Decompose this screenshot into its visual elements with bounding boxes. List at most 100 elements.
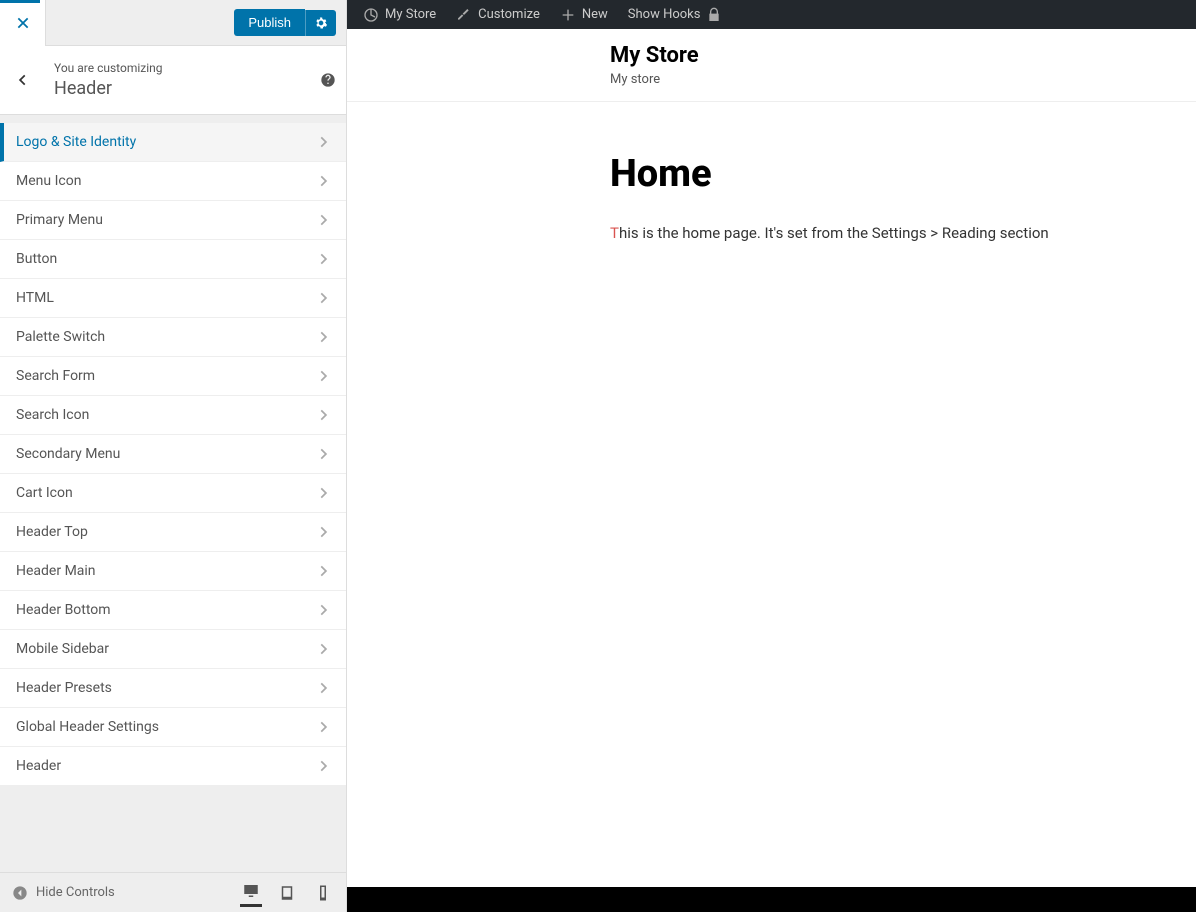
- chevron-right-icon: [316, 135, 330, 149]
- admin-show-hooks-link[interactable]: Show Hooks: [620, 0, 731, 29]
- device-mobile-button[interactable]: [312, 878, 334, 907]
- chevron-right-icon: [316, 447, 330, 461]
- chevron-right-icon: [316, 564, 330, 578]
- panel-top-bar: Publish: [0, 0, 346, 46]
- admin-show-hooks-label: Show Hooks: [628, 7, 701, 22]
- gear-icon: [314, 16, 328, 30]
- menu-item-label: Logo & Site Identity: [16, 134, 136, 150]
- menu-item-label: Header Bottom: [16, 602, 111, 618]
- chevron-right-icon: [316, 174, 330, 188]
- publish-settings-button[interactable]: [305, 10, 336, 36]
- plus-icon: [560, 7, 576, 23]
- publish-button[interactable]: Publish: [234, 9, 305, 36]
- admin-new-label: New: [582, 7, 608, 22]
- chevron-right-icon: [316, 603, 330, 617]
- customizing-label: You are customizing: [54, 61, 310, 75]
- menu-item-label: Button: [16, 251, 57, 267]
- menu-item-label: Palette Switch: [16, 329, 105, 345]
- close-button[interactable]: [0, 0, 46, 46]
- panel-header: You are customizing Header: [0, 46, 346, 115]
- mobile-icon: [314, 884, 332, 902]
- help-icon: [320, 72, 336, 88]
- device-switcher: [240, 878, 334, 907]
- menu-item-cart-icon[interactable]: Cart Icon: [0, 474, 346, 513]
- admin-customize-label: Customize: [478, 7, 540, 22]
- admin-customize-link[interactable]: Customize: [448, 0, 548, 29]
- admin-new-link[interactable]: New: [552, 0, 616, 29]
- menu-item-palette-switch[interactable]: Palette Switch: [0, 318, 346, 357]
- chevron-right-icon: [316, 486, 330, 500]
- menu-item-label: Cart Icon: [16, 485, 73, 501]
- lock-icon: [706, 7, 722, 23]
- menu-item-header[interactable]: Header: [0, 747, 346, 786]
- menu-item-button[interactable]: Button: [0, 240, 346, 279]
- menu-item-menu-icon[interactable]: Menu Icon: [0, 162, 346, 201]
- admin-bar: My Store Customize New Show Hooks: [347, 0, 1196, 29]
- menu-item-label: Secondary Menu: [16, 446, 120, 462]
- menu-item-label: Header Top: [16, 524, 88, 540]
- admin-site-name: My Store: [385, 7, 436, 22]
- menu-item-search-form[interactable]: Search Form: [0, 357, 346, 396]
- menu-item-label: Mobile Sidebar: [16, 641, 109, 657]
- chevron-left-icon: [16, 73, 30, 87]
- publish-area: Publish: [234, 9, 336, 36]
- chevron-right-icon: [316, 252, 330, 266]
- chevron-right-icon: [316, 642, 330, 656]
- collapse-icon: [12, 885, 28, 901]
- chevron-right-icon: [316, 759, 330, 773]
- device-desktop-button[interactable]: [240, 878, 262, 907]
- menu-item-label: HTML: [16, 290, 54, 306]
- menu-item-mobile-sidebar[interactable]: Mobile Sidebar: [0, 630, 346, 669]
- help-button[interactable]: [310, 72, 346, 88]
- menu-item-label: Header Presets: [16, 680, 112, 696]
- panel-footer: Hide Controls: [0, 872, 346, 912]
- close-icon: [16, 16, 30, 30]
- back-button[interactable]: [0, 73, 46, 87]
- customizer-panel: Publish You are customizing Header Logo …: [0, 0, 347, 912]
- menu-item-primary-menu[interactable]: Primary Menu: [0, 201, 346, 240]
- preview-area: My Store Customize New Show Hooks My Sto…: [347, 0, 1196, 912]
- menu-item-header-top[interactable]: Header Top: [0, 513, 346, 552]
- menu-item-logo-site-identity[interactable]: Logo & Site Identity: [0, 123, 346, 162]
- chevron-right-icon: [316, 330, 330, 344]
- menu-item-label: Menu Icon: [16, 173, 81, 189]
- page-content: Home This is the home page. It's set fro…: [347, 102, 1196, 242]
- menu-item-label: Search Icon: [16, 407, 89, 423]
- section-title: Header: [54, 78, 310, 99]
- menu-item-header-main[interactable]: Header Main: [0, 552, 346, 591]
- page-title: Home: [610, 152, 1196, 196]
- menu-item-label: Header Main: [16, 563, 96, 579]
- site-header: My Store My store: [347, 29, 1196, 102]
- menu-item-secondary-menu[interactable]: Secondary Menu: [0, 435, 346, 474]
- admin-site-link[interactable]: My Store: [355, 0, 444, 29]
- chevron-right-icon: [316, 720, 330, 734]
- menu-item-label: Search Form: [16, 368, 95, 384]
- tablet-icon: [278, 884, 296, 902]
- menu-item-html[interactable]: HTML: [0, 279, 346, 318]
- menu-item-label: Global Header Settings: [16, 719, 159, 735]
- menu-item-header-bottom[interactable]: Header Bottom: [0, 591, 346, 630]
- dashboard-icon: [363, 7, 379, 23]
- chevron-right-icon: [316, 408, 330, 422]
- chevron-right-icon: [316, 291, 330, 305]
- site-footer: [347, 887, 1196, 912]
- menu-list: Logo & Site Identity Menu Icon Primary Men…: [0, 115, 346, 872]
- page-text: This is the home page. It's set from the…: [610, 224, 1196, 242]
- desktop-icon: [242, 882, 260, 900]
- chevron-right-icon: [316, 681, 330, 695]
- menu-item-label: Primary Menu: [16, 212, 103, 228]
- header-info: You are customizing Header: [46, 61, 310, 99]
- menu-item-label: Header: [16, 758, 61, 774]
- hide-controls-button[interactable]: Hide Controls: [12, 885, 115, 901]
- chevron-right-icon: [316, 525, 330, 539]
- chevron-right-icon: [316, 213, 330, 227]
- menu-item-header-presets[interactable]: Header Presets: [0, 669, 346, 708]
- site-tagline: My store: [610, 72, 1196, 87]
- menu-item-search-icon[interactable]: Search Icon: [0, 396, 346, 435]
- brush-icon: [456, 7, 472, 23]
- device-tablet-button[interactable]: [276, 878, 298, 907]
- site-title[interactable]: My Store: [610, 43, 1196, 68]
- chevron-right-icon: [316, 369, 330, 383]
- menu-item-global-header-settings[interactable]: Global Header Settings: [0, 708, 346, 747]
- hide-controls-label: Hide Controls: [36, 885, 115, 900]
